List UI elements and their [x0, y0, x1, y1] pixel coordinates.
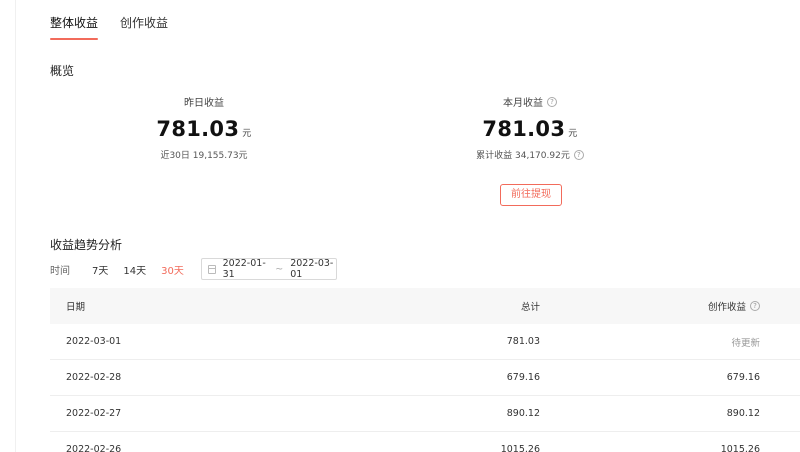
range-14-days[interactable]: 14天 [123, 262, 146, 277]
help-icon[interactable]: ? [573, 149, 584, 160]
table-row: 2022-03-01 781.03 待更新 [50, 324, 800, 360]
header-total: 总计 [520, 302, 540, 313]
range-7-days[interactable]: 7天 [92, 262, 108, 277]
yesterday-value: 781.03 元 [94, 117, 314, 141]
header-date: 日期 [66, 302, 86, 313]
date-separator: ~ [275, 263, 284, 275]
header-creation: 创作收益 [707, 302, 746, 313]
time-filters: 时间 7天 14天 30天 2022-01-31 ~ 2022-03-01 [50, 258, 337, 280]
month-value: 781.03 元 [420, 117, 640, 141]
withdraw-button[interactable]: 前往提现 [500, 184, 562, 206]
yesterday-stat: 昨日收益 781.03 元 近30日 19,155.73元 [94, 94, 314, 161]
row-creation: 679.16 [726, 372, 760, 383]
trend-title: 收益趋势分析 [50, 238, 123, 252]
row-total: 679.16 [506, 372, 540, 383]
date-range-picker[interactable]: 2022-01-31 ~ 2022-03-01 [200, 258, 337, 280]
help-icon[interactable]: ? [750, 301, 760, 311]
yesterday-unit: 元 [242, 129, 252, 139]
yesterday-amount: 781.03 [156, 117, 240, 141]
month-amount: 781.03 [482, 117, 566, 141]
yesterday-label: 昨日收益 [184, 98, 224, 109]
row-total: 1015.26 [500, 444, 540, 452]
left-edge [0, 0, 16, 452]
table-header: 日期 总计 创作收益? [50, 288, 800, 324]
table-row: 2022-02-28 679.16 679.16 [50, 360, 800, 396]
row-date: 2022-02-26 [66, 444, 122, 452]
row-date: 2022-02-27 [66, 408, 122, 419]
tab-creation-income[interactable]: 创作收益 [120, 14, 168, 40]
month-label: 本月收益 [503, 98, 543, 109]
table-row: 2022-02-27 890.12 890.12 [50, 396, 800, 432]
table-row: 2022-02-26 1015.26 1015.26 [50, 432, 800, 452]
overview-title: 概览 [50, 64, 75, 78]
cumulative-income: 累计收益 34,170.92元 [476, 151, 570, 161]
row-creation: 1015.26 [720, 444, 760, 452]
help-icon[interactable]: ? [547, 96, 557, 107]
cumulative-row: 累计收益 34,170.92元? [420, 148, 640, 161]
row-creation: 待更新 [731, 337, 760, 349]
row-total: 890.12 [506, 408, 540, 419]
month-stat: 本月收益? 781.03 元 累计收益 34,170.92元? [420, 94, 640, 161]
month-unit: 元 [568, 129, 578, 139]
income-tabs: 整体收益 创作收益 [50, 14, 168, 40]
date-end: 2022-03-01 [290, 258, 334, 280]
date-start: 2022-01-31 [222, 258, 266, 280]
month-label-row: 本月收益? [420, 94, 640, 109]
tab-overall-income[interactable]: 整体收益 [50, 14, 99, 40]
income-table: 日期 总计 创作收益? 2022-03-01 781.03 待更新 2022-0… [50, 288, 800, 452]
last-30-days: 近30日 19,155.73元 [160, 151, 248, 161]
row-date: 2022-02-28 [66, 372, 122, 383]
time-label: 时间 [50, 265, 70, 277]
row-total: 781.03 [506, 336, 540, 347]
row-creation: 890.12 [726, 408, 760, 419]
calendar-icon [207, 264, 216, 274]
range-30-days[interactable]: 30天 [161, 262, 184, 277]
row-date: 2022-03-01 [66, 336, 122, 347]
header-creation-cell: 创作收益? [540, 299, 760, 313]
